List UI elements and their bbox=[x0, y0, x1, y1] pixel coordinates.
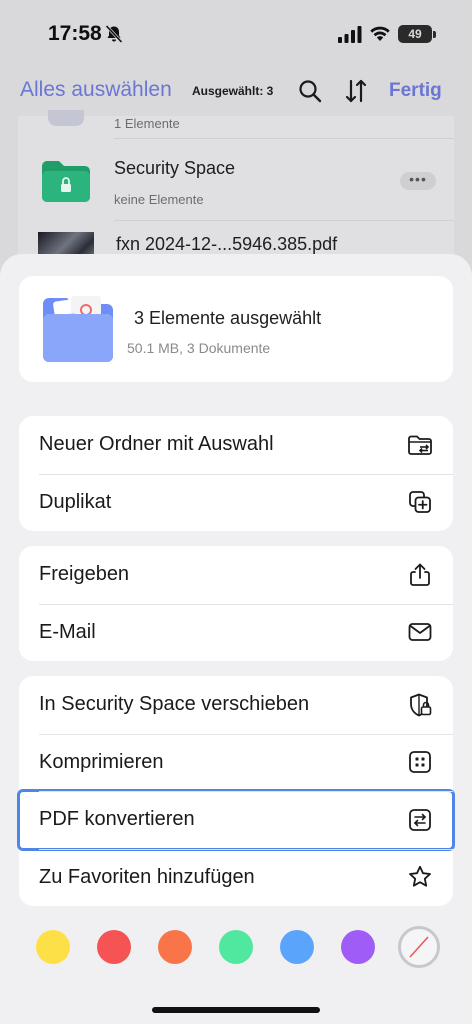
mail-icon bbox=[408, 623, 432, 642]
security-folder-icon[interactable] bbox=[40, 158, 92, 204]
done-button[interactable]: Fertig bbox=[389, 80, 442, 102]
action-label: Neuer Ordner mit Auswahl bbox=[39, 433, 274, 456]
tag-color-red[interactable] bbox=[97, 930, 131, 964]
list-item-meta: 1 Elemente bbox=[114, 116, 180, 131]
action-label: Zu Favoriten hinzufügen bbox=[39, 865, 255, 888]
wifi-icon bbox=[370, 26, 390, 41]
action-label: Duplikat bbox=[39, 490, 112, 513]
action-new-folder-with-selection[interactable]: Neuer Ordner mit Auswahl bbox=[19, 416, 453, 474]
selection-title: 3 Elemente ausgewählt bbox=[134, 308, 322, 328]
battery-tip bbox=[433, 31, 436, 38]
star-icon bbox=[409, 866, 431, 887]
selection-subtitle: 50.1 MB, 3 Dokumente bbox=[127, 340, 271, 356]
bell-muted-icon bbox=[105, 24, 123, 44]
action-sheet: 3 Elemente ausgewählt 50.1 MB, 3 Dokumen… bbox=[0, 254, 472, 1024]
list-divider bbox=[114, 220, 454, 221]
list-item-meta: keine Elemente bbox=[114, 192, 204, 207]
battery-indicator: 49 bbox=[398, 25, 432, 43]
action-group-organize: Neuer Ordner mit Auswahl Duplikat bbox=[19, 416, 453, 531]
tag-color-green[interactable] bbox=[219, 930, 253, 964]
action-email[interactable]: E-Mail bbox=[19, 603, 453, 662]
new-folder-icon bbox=[408, 435, 432, 455]
selected-count-label: Ausgewählt: 3 bbox=[192, 84, 274, 98]
selection-nav-bar: Alles auswählen Ausgewählt: 3 Fertig bbox=[0, 66, 472, 116]
file-list: 1 Elemente Security Space keine Elemente… bbox=[18, 110, 454, 266]
action-duplicate[interactable]: Duplikat bbox=[19, 473, 453, 532]
selection-summary-card: 3 Elemente ausgewählt 50.1 MB, 3 Dokumen… bbox=[19, 276, 453, 382]
list-item-title[interactable]: fxn 2024-12-...5946.385.pdf bbox=[116, 234, 337, 255]
select-all-button[interactable]: Alles auswählen bbox=[20, 78, 172, 102]
tag-color-blue[interactable] bbox=[280, 930, 314, 964]
search-icon[interactable] bbox=[298, 79, 322, 103]
action-label: PDF konvertieren bbox=[39, 808, 195, 831]
status-bar: 17:58 49 bbox=[0, 0, 472, 66]
list-divider bbox=[114, 138, 454, 139]
duplicate-icon bbox=[409, 491, 431, 514]
file-thumbnail bbox=[48, 110, 84, 126]
tag-color-orange[interactable] bbox=[158, 930, 192, 964]
cellular-signal-icon bbox=[338, 26, 362, 43]
home-indicator bbox=[152, 1007, 320, 1013]
action-group-manage: In Security Space verschieben Komprimier… bbox=[17, 676, 455, 907]
compress-icon bbox=[409, 751, 431, 774]
status-time: 17:58 bbox=[48, 22, 102, 45]
action-label: Freigeben bbox=[39, 563, 130, 586]
tag-color-picker bbox=[0, 926, 472, 970]
shield-lock-icon bbox=[410, 693, 432, 717]
action-group-share: Freigeben E-Mail bbox=[19, 546, 453, 661]
share-icon bbox=[410, 563, 430, 586]
action-label: In Security Space verschieben bbox=[39, 693, 310, 716]
convert-icon bbox=[409, 808, 431, 831]
sort-icon[interactable] bbox=[345, 78, 367, 104]
action-label: Komprimieren bbox=[39, 750, 164, 773]
tag-color-yellow[interactable] bbox=[36, 930, 70, 964]
more-options-button[interactable]: ••• bbox=[400, 172, 436, 190]
list-item-title[interactable]: Security Space bbox=[114, 158, 235, 179]
action-convert-pdf[interactable]: PDF konvertieren bbox=[17, 789, 455, 851]
action-share[interactable]: Freigeben bbox=[19, 546, 453, 604]
tag-color-purple[interactable] bbox=[341, 930, 375, 964]
tag-color-none[interactable] bbox=[398, 926, 440, 968]
action-move-to-security-space[interactable]: In Security Space verschieben bbox=[19, 676, 453, 734]
action-label: E-Mail bbox=[39, 620, 96, 643]
action-compress[interactable]: Komprimieren bbox=[19, 733, 453, 792]
action-add-to-favorites[interactable]: Zu Favoriten hinzufügen bbox=[19, 848, 453, 907]
documents-folder-icon bbox=[43, 296, 113, 362]
no-color-slash-icon bbox=[409, 936, 429, 958]
